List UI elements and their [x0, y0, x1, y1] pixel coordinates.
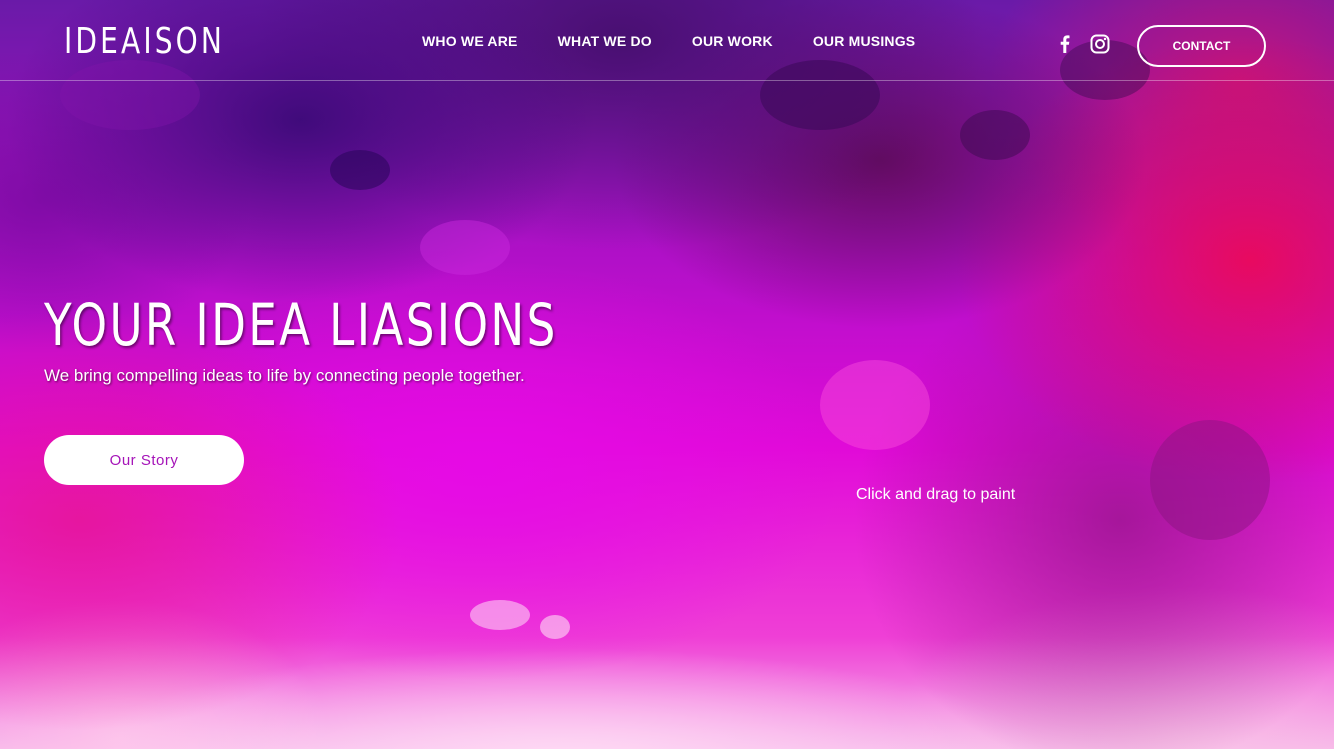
- page: IDEAISON WHO WE ARE WHAT WE DO OUR WORK …: [0, 0, 1334, 749]
- paint-hint: Click and drag to paint: [856, 486, 1016, 503]
- our-story-button[interactable]: Our Story: [44, 435, 244, 485]
- nav-item-what-we-do[interactable]: WHAT WE DO: [558, 33, 652, 49]
- contact-button[interactable]: CONTACT: [1137, 25, 1266, 67]
- nav-item-who-we-are[interactable]: WHO WE ARE: [422, 33, 518, 49]
- hero-subtitle: We bring compelling ideas to life by con…: [44, 366, 525, 385]
- site-header: IDEAISON WHO WE ARE WHAT WE DO OUR WORK …: [0, 0, 1334, 81]
- site-logo[interactable]: IDEAISON: [64, 20, 225, 64]
- nav-item-our-musings[interactable]: OUR MUSINGS: [813, 33, 916, 49]
- nav-item-our-work[interactable]: OUR WORK: [692, 33, 773, 49]
- instagram-icon[interactable]: [1089, 33, 1111, 55]
- hero-title: YOUR IDEA LIASIONS: [44, 291, 558, 359]
- facebook-icon[interactable]: [1054, 33, 1076, 55]
- main-nav: WHO WE ARE WHAT WE DO OUR WORK OUR MUSIN…: [422, 33, 955, 49]
